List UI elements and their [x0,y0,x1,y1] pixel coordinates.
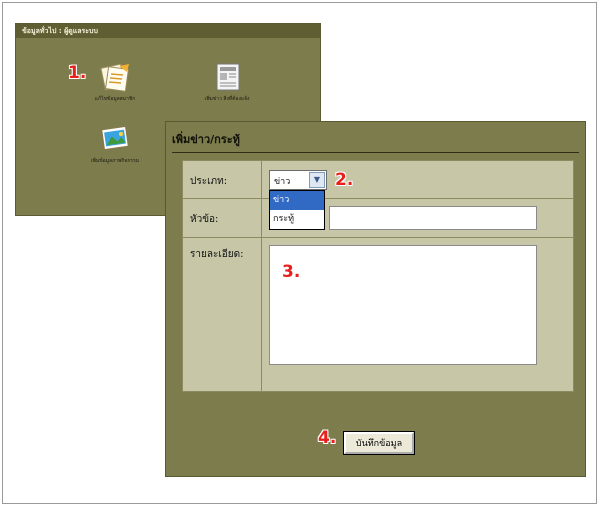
edit-member-shortcut[interactable]: แก้ไขข้อมูลสมาชิก [80,62,150,103]
form-label-column [183,161,262,391]
type-dropdown-list: ข่าว กระทู้ [269,190,325,230]
save-button[interactable]: บันทึกข้อมูล [344,432,414,454]
admin-menu-header: ข้อมูลทั่วไป : ผู้ดูแลระบบ [16,24,320,38]
add-photo-label: เพิ่มข้อมูลภาพกิจกรรม [90,158,140,164]
step-4-marker: 4. [318,428,337,448]
form-title: เพิ่มข่าว/กระทู้ [172,133,240,146]
photo-icon [97,124,133,154]
type-select[interactable]: ข่าว ▼ [269,170,327,190]
add-news-shortcut[interactable]: เพิ่มข่าว สิ่งที่ต้องแจ้ง [192,62,262,103]
row-divider [183,198,573,199]
add-photo-shortcut[interactable]: เพิ่มข้อมูลภาพกิจกรรม [80,124,150,165]
type-select-value: ข่าว [274,177,291,187]
detail-label: รายละเอียด: [190,249,244,260]
newspaper-icon [209,62,245,92]
type-label: ประเภท: [190,176,228,187]
step-3-marker: 3. [282,262,301,282]
news-form: ประเภท: หัวข้อ: รายละเอียด: ข่าว ▼ ข่าว … [182,160,574,392]
subject-input[interactable] [329,206,537,230]
detail-textarea[interactable] [269,245,537,365]
subject-label: หัวข้อ: [190,214,219,225]
edit-member-label: แก้ไขข้อมูลสมาชิก [94,96,136,102]
type-option-news[interactable]: ข่าว [270,191,324,210]
type-option-topic[interactable]: กระทู้ [270,210,324,229]
document-icon [97,62,133,92]
step-1-marker: 1. [68,63,87,83]
row-divider [183,237,573,238]
step-2-marker: 2. [335,170,354,190]
add-news-panel: เพิ่มข่าว/กระทู้ ประเภท: หัวข้อ: รายละเอ… [165,121,586,477]
add-news-label: เพิ่มข่าว สิ่งที่ต้องแจ้ง [204,96,250,102]
title-divider [172,152,579,153]
chevron-down-icon[interactable]: ▼ [309,172,325,188]
